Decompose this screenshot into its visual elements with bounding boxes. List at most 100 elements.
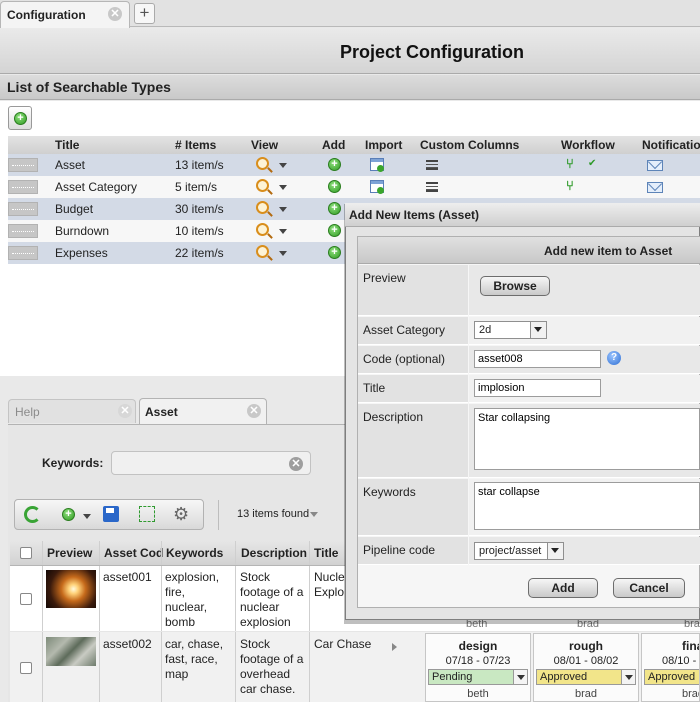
workflow-icon[interactable]: ⑂ — [566, 179, 578, 192]
types-table-header: Title # Items View Add Import Custom Col… — [8, 136, 700, 154]
category-select[interactable]: 2d — [474, 321, 547, 339]
col-workflow: Workflow — [561, 138, 615, 152]
save-icon[interactable] — [103, 506, 119, 522]
type-row-asset-category[interactable]: Asset Category 5 item/s + ⑂ — [8, 176, 700, 198]
tab-help[interactable]: Help ✕ — [8, 399, 136, 423]
drag-handle-icon[interactable] — [8, 180, 38, 194]
pipeline-value: project/asset — [479, 545, 542, 557]
col-preview[interactable]: Preview — [47, 546, 92, 560]
view-search-icon[interactable] — [256, 223, 269, 236]
page-title: Project Configuration — [340, 42, 524, 62]
col-title[interactable]: Title — [314, 546, 338, 560]
close-icon[interactable]: ✕ — [118, 404, 132, 418]
plus-icon: + — [14, 112, 27, 125]
keywords-textarea[interactable]: star collapse — [474, 482, 700, 530]
browse-button[interactable]: Browse — [480, 276, 550, 296]
task-status[interactable]: Approved — [536, 669, 622, 685]
preview-label: Preview — [363, 271, 406, 285]
task-card-final[interactable]: fina 08/10 - Approved brad — [641, 633, 700, 702]
close-icon[interactable]: ✕ — [247, 404, 261, 418]
chevron-down-icon[interactable] — [513, 669, 528, 685]
type-row-asset[interactable]: Asset 13 item/s + ⑂ ✔ — [8, 154, 700, 176]
view-search-icon[interactable] — [256, 201, 269, 214]
add-item-icon[interactable]: + — [328, 158, 341, 171]
col-asset-code[interactable]: Asset Cod — [104, 546, 163, 560]
view-search-icon[interactable] — [256, 179, 269, 192]
drag-handle-icon[interactable] — [8, 224, 38, 238]
drag-handle-icon[interactable] — [8, 158, 38, 172]
view-dropdown-icon[interactable] — [279, 185, 287, 190]
chevron-down-icon[interactable] — [621, 669, 636, 685]
preview-thumbnail-map[interactable] — [46, 637, 96, 666]
col-custom-columns: Custom Columns — [420, 138, 520, 152]
notification-mail-icon[interactable] — [647, 160, 663, 171]
col-keywords[interactable]: Keywords — [166, 546, 223, 560]
col-title[interactable]: Title — [55, 138, 79, 152]
add-item-icon[interactable]: + — [328, 224, 341, 237]
type-items: 30 item/s — [175, 202, 224, 216]
col-items[interactable]: # Items — [175, 138, 216, 152]
notification-mail-icon[interactable] — [647, 182, 663, 193]
view-search-icon[interactable] — [256, 157, 269, 170]
view-dropdown-icon[interactable] — [279, 207, 287, 212]
pipeline-select[interactable]: project/asset — [474, 542, 564, 560]
col-view: View — [251, 138, 279, 152]
view-dropdown-icon[interactable] — [279, 163, 287, 168]
code-input[interactable] — [474, 350, 601, 368]
import-icon[interactable] — [370, 158, 384, 172]
add-item-icon[interactable]: + — [62, 508, 75, 521]
add-item-icon[interactable]: + — [328, 202, 341, 215]
chevron-down-icon[interactable] — [530, 322, 546, 338]
add-item-icon[interactable]: + — [328, 180, 341, 193]
keywords-input[interactable] — [111, 451, 311, 475]
row-checkbox[interactable] — [20, 593, 32, 605]
dialog-titlebar[interactable]: Add New Items (Asset) — [345, 203, 700, 227]
custom-columns-icon[interactable] — [426, 160, 438, 170]
chevron-down-icon[interactable] — [547, 543, 563, 559]
task-name: fina — [682, 639, 699, 653]
add-searchable-type-button[interactable]: + — [8, 106, 32, 130]
col-notification: Notification — [642, 138, 700, 152]
view-dropdown-icon[interactable] — [279, 229, 287, 234]
add-dropdown-icon[interactable] — [83, 514, 91, 519]
preview-thumbnail-explosion[interactable] — [46, 570, 96, 608]
task-card-rough[interactable]: rough 08/01 - 08/02 Approved brad — [533, 633, 639, 702]
refresh-icon[interactable] — [24, 506, 41, 523]
drag-handle-icon[interactable] — [8, 246, 38, 260]
preview-label-cell: Preview — [358, 265, 468, 316]
keyword-line: bomb — [165, 615, 196, 629]
expand-arrow-icon[interactable] — [392, 643, 397, 651]
close-icon[interactable]: ✕ — [108, 7, 122, 21]
title-input[interactable] — [474, 379, 601, 397]
custom-columns-icon[interactable] — [426, 182, 438, 192]
col-description[interactable]: Description — [241, 546, 307, 560]
view-search-icon[interactable] — [256, 245, 269, 258]
tab-configuration[interactable]: Configuration ✕ — [0, 1, 130, 28]
task-status[interactable]: Pending — [428, 669, 514, 685]
items-found-label[interactable]: 13 items found — [237, 508, 309, 520]
add-button[interactable]: Add — [528, 578, 598, 598]
import-icon[interactable] — [370, 180, 384, 194]
gear-icon[interactable]: ⚙ — [173, 504, 193, 524]
expand-icon[interactable] — [139, 506, 155, 522]
help-icon[interactable]: ? — [607, 351, 621, 365]
task-dates: 08/01 - 08/02 — [553, 655, 619, 667]
task-status[interactable]: Approved — [644, 669, 699, 685]
title-line: Explo — [314, 585, 345, 599]
add-tab-button[interactable]: + — [134, 3, 155, 24]
section-title: List of Searchable Types — [7, 79, 171, 95]
row-checkbox[interactable] — [20, 662, 32, 674]
workflow-icon[interactable]: ⑂ — [566, 157, 578, 170]
clear-search-icon[interactable]: ✕ — [289, 457, 303, 471]
tab-asset[interactable]: Asset ✕ — [139, 398, 267, 424]
drag-handle-icon[interactable] — [8, 202, 38, 216]
items-found-dropdown-icon[interactable] — [310, 512, 318, 517]
select-all-checkbox[interactable] — [20, 547, 32, 559]
task-card-design[interactable]: design 07/18 - 07/23 Pending beth — [425, 633, 531, 702]
description-textarea[interactable]: Star collapsing — [474, 408, 700, 470]
add-item-icon[interactable]: + — [328, 246, 341, 259]
keywords-label: Keywords — [363, 485, 416, 499]
cancel-button[interactable]: Cancel — [613, 578, 685, 598]
view-dropdown-icon[interactable] — [279, 251, 287, 256]
page-header: Project Configuration — [0, 28, 700, 74]
